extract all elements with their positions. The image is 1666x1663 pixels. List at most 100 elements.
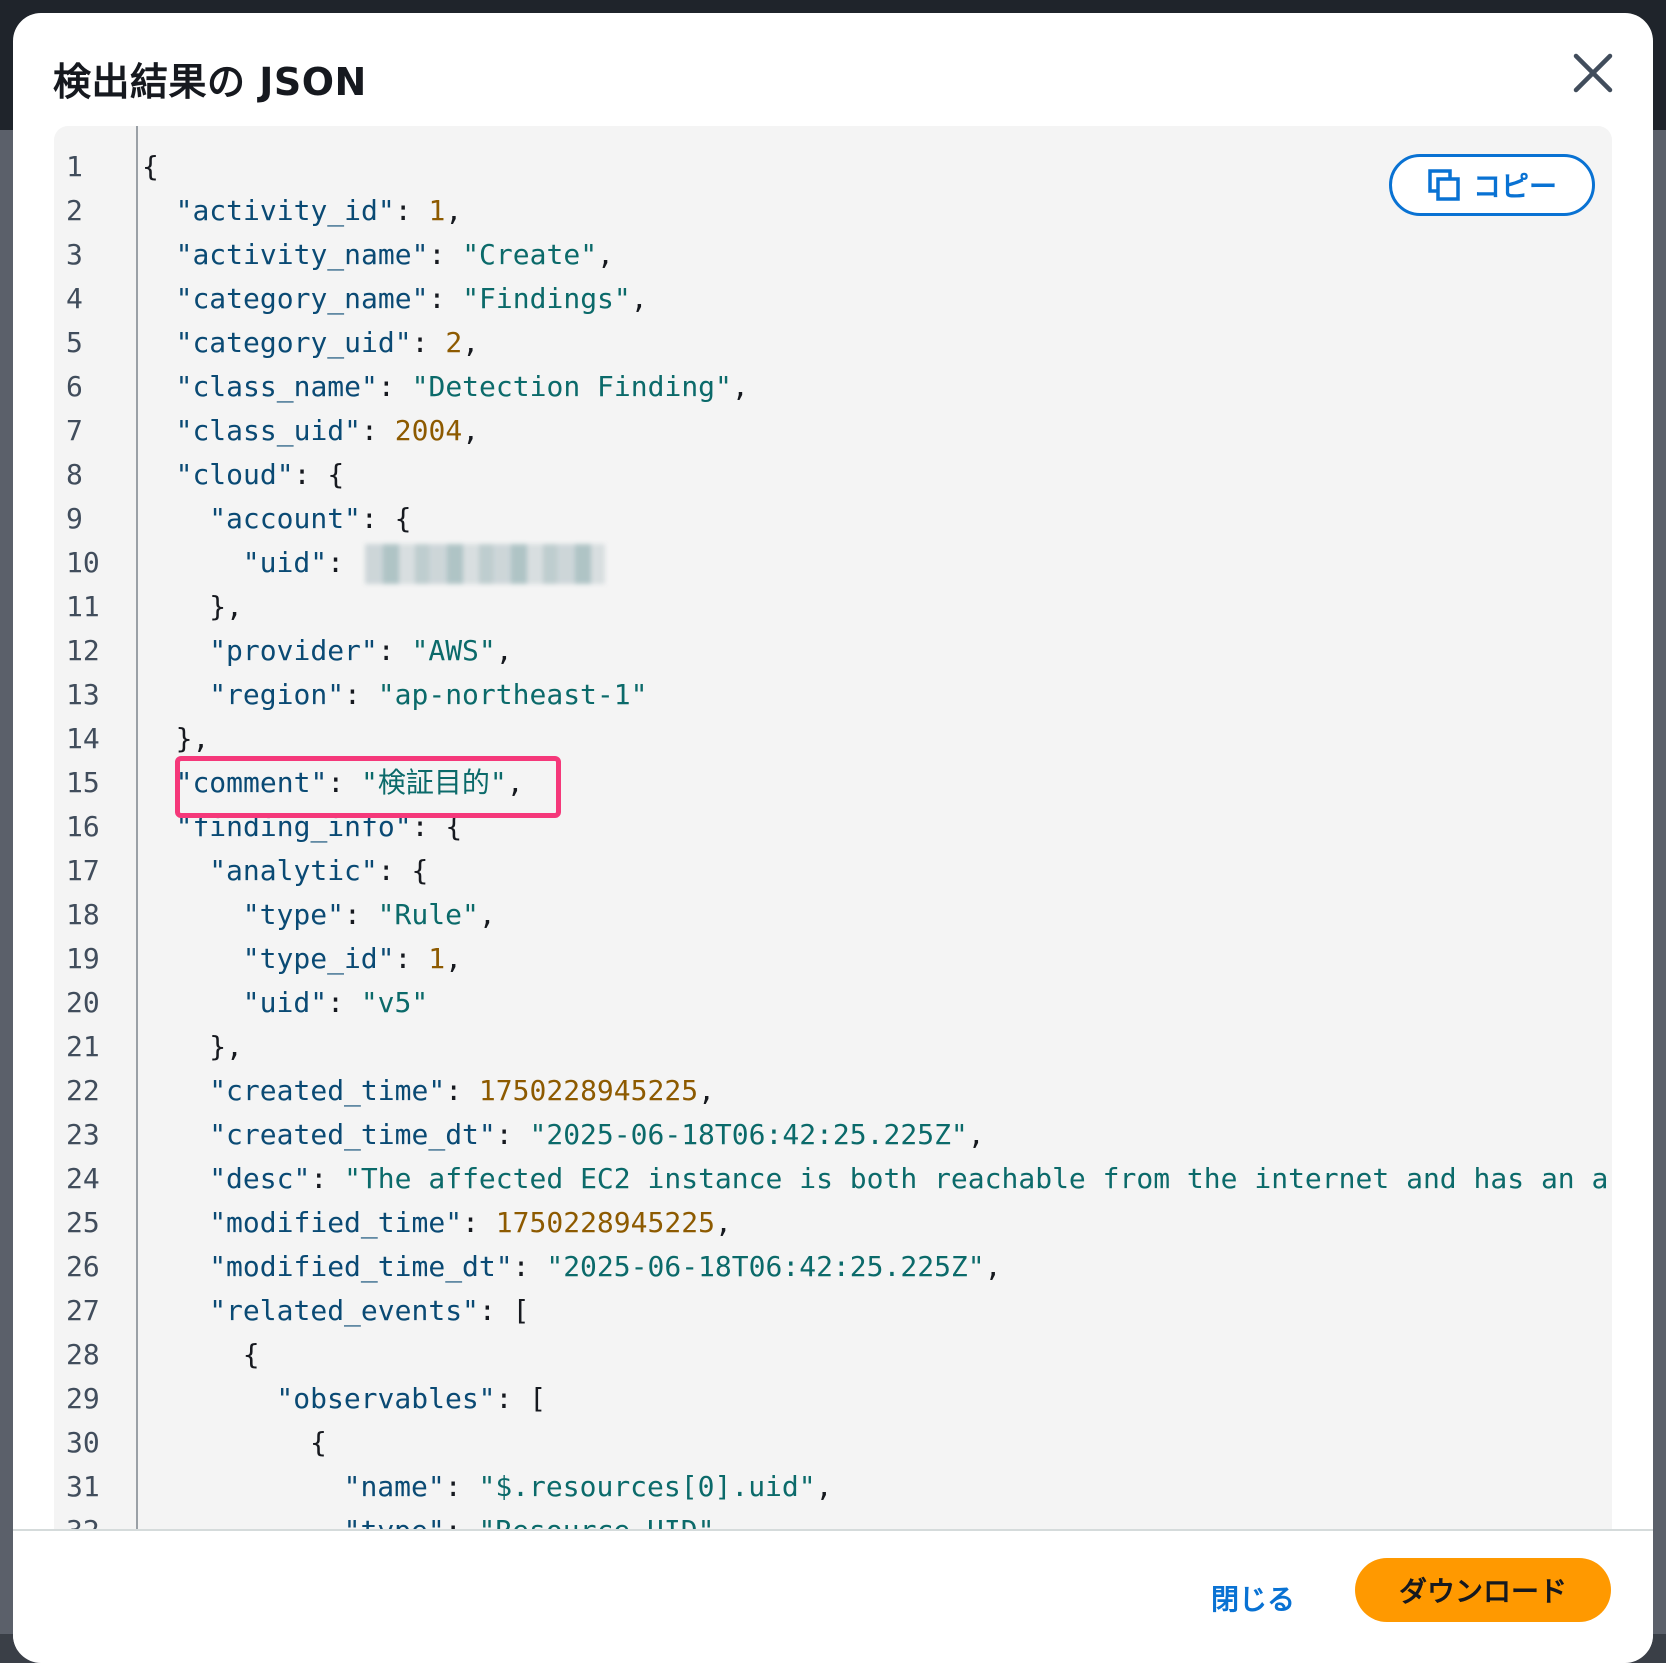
json-key: "category_uid" bbox=[175, 326, 412, 359]
line-number: 11 bbox=[66, 590, 100, 623]
json-punct: { bbox=[242, 1338, 260, 1371]
line-number: 1 bbox=[66, 150, 83, 183]
line-number: 28 bbox=[66, 1338, 100, 1371]
json-punct: , bbox=[714, 1206, 732, 1239]
code-line: "type": "Resource UID", bbox=[344, 1509, 732, 1529]
line-number: 7 bbox=[66, 414, 83, 447]
json-punct: , bbox=[984, 1250, 1002, 1283]
json-punct: , bbox=[495, 634, 513, 667]
line-number: 2 bbox=[66, 194, 83, 227]
json-string: "The affected EC2 instance is both reach… bbox=[344, 1162, 1609, 1195]
line-number: 18 bbox=[66, 898, 100, 931]
code-line: }, bbox=[176, 717, 210, 761]
json-punct: , bbox=[698, 1074, 715, 1107]
line-number: 29 bbox=[66, 1382, 100, 1415]
json-key: "uid" bbox=[242, 986, 328, 1019]
line-number: 22 bbox=[66, 1074, 100, 1107]
json-key: "class_name" bbox=[175, 370, 378, 403]
json-key: "desc" bbox=[209, 1162, 311, 1195]
json-punct: : bbox=[310, 1162, 345, 1195]
json-code-viewer[interactable]: 1 2 3 4 5 6 7 8 9 10 11 12 13 14 15 16 17 18 19 20 21 22 23 24 2… bbox=[54, 126, 1612, 1529]
json-punct: : bbox=[377, 634, 412, 667]
json-punct: , bbox=[478, 898, 496, 931]
json-punct: : { bbox=[377, 854, 429, 887]
line-number: 17 bbox=[66, 854, 100, 887]
line-number: 30 bbox=[66, 1426, 100, 1459]
json-punct: : { bbox=[360, 502, 412, 535]
line-number: 4 bbox=[66, 282, 83, 315]
json-punct: : bbox=[445, 1514, 479, 1529]
json-key: "activity_id" bbox=[175, 194, 395, 227]
json-punct: { bbox=[310, 1426, 327, 1459]
json-dialog: 検出結果の JSON 1 2 3 4 5 6 7 8 9 10 11 12 13 14 15 16 17 18 19… bbox=[13, 13, 1653, 1663]
json-punct: : bbox=[411, 326, 446, 359]
json-punct: : { bbox=[293, 458, 345, 491]
json-punct: : bbox=[462, 1206, 496, 1239]
line-number: 15 bbox=[66, 766, 100, 799]
json-key: "uid" bbox=[242, 546, 328, 579]
json-number: 1750228945225 bbox=[478, 1074, 699, 1107]
json-string: "Create" bbox=[462, 238, 598, 271]
json-key: "class_uid" bbox=[175, 414, 362, 447]
dialog-header: 検出結果の JSON bbox=[13, 13, 1653, 133]
json-punct: : bbox=[445, 1074, 479, 1107]
json-punct: : [ bbox=[478, 1294, 530, 1327]
line-number: 10 bbox=[66, 546, 100, 579]
close-icon[interactable] bbox=[1563, 43, 1623, 103]
json-key: "name" bbox=[343, 1470, 445, 1503]
json-string: "2025-06-18T06:42:25.225Z" bbox=[529, 1118, 968, 1151]
json-punct: , bbox=[597, 238, 614, 271]
json-punct: : bbox=[444, 1470, 479, 1503]
line-number: 31 bbox=[66, 1470, 100, 1503]
json-punct: : bbox=[327, 546, 361, 579]
json-punct: , bbox=[967, 1118, 985, 1151]
json-key: "category_name" bbox=[175, 282, 429, 315]
json-key: "type_id" bbox=[242, 942, 395, 975]
json-punct: }, bbox=[209, 1030, 243, 1063]
json-string: "$.resources[0].uid" bbox=[478, 1470, 816, 1503]
download-button[interactable]: ダウンロード bbox=[1355, 1558, 1611, 1622]
code-line: "account": { bbox=[209, 497, 411, 541]
code-line: "class_name": "Detection Finding", bbox=[176, 365, 749, 409]
json-string: "v5" bbox=[360, 986, 429, 1019]
json-punct: : bbox=[394, 942, 429, 975]
line-number: 13 bbox=[66, 678, 100, 711]
json-string: "AWS" bbox=[411, 634, 496, 667]
line-number: 14 bbox=[66, 722, 100, 755]
json-number: 1750228945225 bbox=[495, 1206, 715, 1239]
json-key: "type" bbox=[344, 1514, 445, 1529]
code-line: "desc": "The affected EC2 instance is bo… bbox=[209, 1157, 1608, 1201]
json-punct: : bbox=[344, 678, 378, 711]
line-number: 5 bbox=[66, 326, 83, 359]
json-key: "provider" bbox=[209, 634, 378, 667]
code-line: "type_id": 1, bbox=[243, 937, 462, 981]
json-string: "Rule" bbox=[377, 898, 479, 931]
copy-button[interactable]: コピー bbox=[1389, 154, 1595, 216]
redacted-value bbox=[364, 544, 605, 584]
json-punct: { bbox=[142, 150, 159, 183]
json-punct: }, bbox=[175, 722, 210, 755]
code-line: "class_uid": 2004, bbox=[176, 409, 479, 453]
json-punct: : bbox=[377, 370, 412, 403]
json-punct: , bbox=[462, 414, 480, 447]
json-key: "created_time_dt" bbox=[209, 1118, 496, 1151]
line-number: 9 bbox=[66, 502, 83, 535]
line-number: 6 bbox=[66, 370, 83, 403]
json-key: "modified_time_dt" bbox=[209, 1250, 513, 1283]
code-line: "name": "$.resources[0].uid", bbox=[344, 1465, 833, 1509]
json-key: "analytic" bbox=[209, 854, 378, 887]
json-punct: : bbox=[428, 238, 463, 271]
json-punct: }, bbox=[209, 590, 243, 623]
code-line: "category_name": "Findings", bbox=[176, 277, 648, 321]
code-line: }, bbox=[209, 585, 243, 629]
line-number-gutter: 1 2 3 4 5 6 7 8 9 10 11 12 13 14 15 16 17 18 19 20 21 22 23 24 2… bbox=[54, 126, 138, 1529]
json-key: "observables" bbox=[276, 1382, 496, 1415]
json-key: "related_events" bbox=[209, 1294, 479, 1327]
code-line: { bbox=[243, 1333, 260, 1377]
line-number: 19 bbox=[66, 942, 100, 975]
code-line: "type": "Rule", bbox=[243, 893, 496, 937]
code-line: "uid": bbox=[243, 541, 605, 585]
json-punct: : bbox=[361, 414, 395, 447]
json-punct: , bbox=[445, 194, 463, 227]
close-button[interactable]: 閉じる bbox=[1211, 1578, 1295, 1618]
